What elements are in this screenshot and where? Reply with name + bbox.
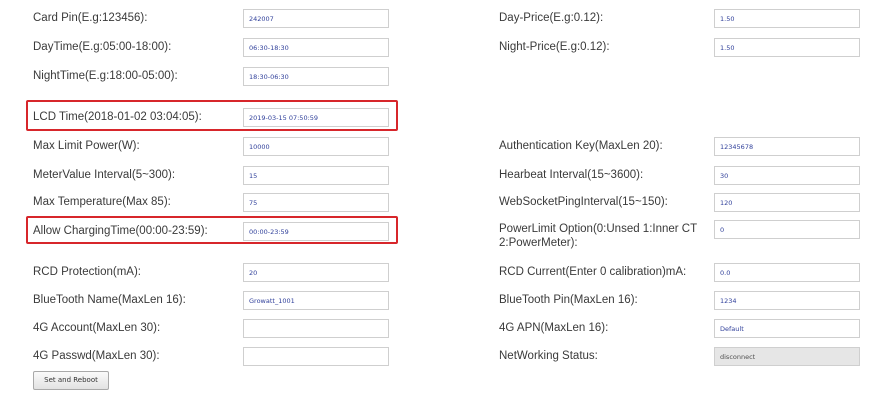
card-pin-input[interactable] bbox=[243, 9, 389, 28]
max-limit-power-input[interactable] bbox=[243, 137, 389, 156]
day-price-label: Day-Price(E.g:0.12): bbox=[499, 12, 604, 24]
powerlimit-option-input[interactable] bbox=[714, 220, 860, 239]
max-temperature-input[interactable] bbox=[243, 193, 389, 212]
heartbeat-interval-label: Hearbeat Interval(15~3600): bbox=[499, 169, 644, 181]
4g-passwd-input[interactable] bbox=[243, 347, 389, 366]
websocket-ping-interval-input[interactable] bbox=[714, 193, 860, 212]
lcd-time-label: LCD Time(2018-01-02 03:04:05): bbox=[33, 111, 202, 123]
4g-apn-label: 4G APN(MaxLen 16): bbox=[499, 322, 609, 334]
daytime-label: DayTime(E.g:05:00-18:00): bbox=[33, 41, 172, 53]
daytime-input[interactable] bbox=[243, 38, 389, 57]
night-price-label: Night-Price(E.g:0.12): bbox=[499, 41, 610, 53]
metervalue-interval-label: MeterValue Interval(5~300): bbox=[33, 169, 176, 181]
max-temperature-label: Max Temperature(Max 85): bbox=[33, 196, 171, 208]
day-price-input[interactable] bbox=[714, 9, 860, 28]
rcd-protection-label: RCD Protection(mA): bbox=[33, 266, 141, 278]
4g-account-label: 4G Account(MaxLen 30): bbox=[33, 322, 161, 334]
card-pin-label: Card Pin(E.g:123456): bbox=[33, 12, 148, 24]
websocket-ping-interval-label: WebSocketPingInterval(15~150): bbox=[499, 196, 668, 208]
bluetooth-pin-label: BlueTooth Pin(MaxLen 16): bbox=[499, 294, 638, 306]
heartbeat-interval-input[interactable] bbox=[714, 166, 860, 185]
metervalue-interval-input[interactable] bbox=[243, 166, 389, 185]
4g-passwd-label: 4G Passwd(MaxLen 30): bbox=[33, 350, 160, 362]
bluetooth-name-input[interactable] bbox=[243, 291, 389, 310]
set-and-reboot-button[interactable]: Set and Reboot bbox=[33, 371, 109, 390]
nighttime-input[interactable] bbox=[243, 67, 389, 86]
nighttime-label: NightTime(E.g:18:00-05:00): bbox=[33, 70, 178, 82]
bluetooth-name-label: BlueTooth Name(MaxLen 16): bbox=[33, 294, 186, 306]
max-limit-power-label: Max Limit Power(W): bbox=[33, 140, 140, 152]
powerlimit-option-label: PowerLimit Option(0:Unsed 1:Inner CT 2:P… bbox=[499, 223, 697, 249]
allow-charging-time-label: Allow ChargingTime(00:00-23:59): bbox=[33, 225, 208, 237]
4g-apn-input[interactable] bbox=[714, 319, 860, 338]
night-price-input[interactable] bbox=[714, 38, 860, 57]
authentication-key-input[interactable] bbox=[714, 137, 860, 156]
4g-account-input[interactable] bbox=[243, 319, 389, 338]
bluetooth-pin-input[interactable] bbox=[714, 291, 860, 310]
authentication-key-label: Authentication Key(MaxLen 20): bbox=[499, 140, 663, 152]
networking-status-field bbox=[714, 347, 860, 366]
rcd-current-label: RCD Current(Enter 0 calibration)mA: bbox=[499, 266, 687, 278]
allow-charging-time-input[interactable] bbox=[243, 222, 389, 241]
rcd-protection-input[interactable] bbox=[243, 263, 389, 282]
networking-status-label: NetWorking Status: bbox=[499, 350, 598, 362]
rcd-current-input[interactable] bbox=[714, 263, 860, 282]
lcd-time-input[interactable] bbox=[243, 108, 389, 127]
